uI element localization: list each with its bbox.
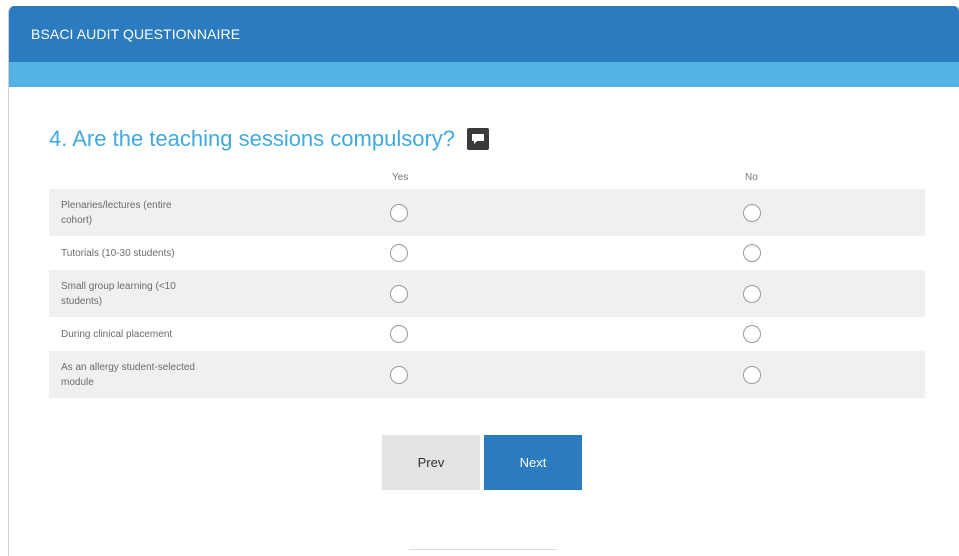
- next-button[interactable]: Next: [484, 435, 582, 490]
- question-text: 4. Are the teaching sessions compulsory?: [49, 126, 456, 151]
- column-header-yes: Yes: [392, 172, 409, 183]
- radio-yes[interactable]: [390, 366, 408, 384]
- question-matrix: Plenaries/lectures (entire cohort) Tutor…: [49, 189, 925, 398]
- comment-icon[interactable]: [467, 128, 490, 150]
- matrix-row: Tutorials (10-30 students): [49, 236, 925, 270]
- radio-no[interactable]: [743, 204, 761, 222]
- radio-yes[interactable]: [390, 325, 408, 343]
- radio-no[interactable]: [743, 285, 761, 303]
- matrix-row: During clinical placement: [49, 317, 925, 351]
- column-header-no: No: [745, 172, 758, 183]
- progress-subbar: [9, 62, 959, 87]
- radio-yes[interactable]: [390, 204, 408, 222]
- navigation-buttons: Prev Next: [382, 435, 582, 490]
- radio-no[interactable]: [743, 366, 761, 384]
- header-bar: BSACI AUDIT QUESTIONNAIRE: [9, 6, 959, 62]
- row-label: Plenaries/lectures (entire cohort): [61, 199, 172, 226]
- row-label: Small group learning (<10 students): [61, 280, 176, 307]
- matrix-row: Plenaries/lectures (entire cohort): [49, 189, 925, 236]
- survey-window: BSACI AUDIT QUESTIONNAIRE 4. Are the tea…: [8, 6, 959, 556]
- radio-no[interactable]: [743, 325, 761, 343]
- row-label: During clinical placement: [61, 328, 173, 340]
- matrix-row: As an allergy student-selected module: [49, 351, 925, 398]
- row-label: As an allergy student-selected module: [61, 361, 195, 388]
- prev-button[interactable]: Prev: [382, 435, 480, 490]
- question-heading: 4. Are the teaching sessions compulsory?: [49, 126, 490, 152]
- matrix-row: Small group learning (<10 students): [49, 270, 925, 317]
- radio-yes[interactable]: [390, 285, 408, 303]
- row-label: Tutorials (10-30 students): [61, 247, 175, 259]
- radio-yes[interactable]: [390, 244, 408, 262]
- survey-title: BSACI AUDIT QUESTIONNAIRE: [31, 26, 241, 42]
- footer-divider: [409, 549, 557, 550]
- radio-no[interactable]: [743, 244, 761, 262]
